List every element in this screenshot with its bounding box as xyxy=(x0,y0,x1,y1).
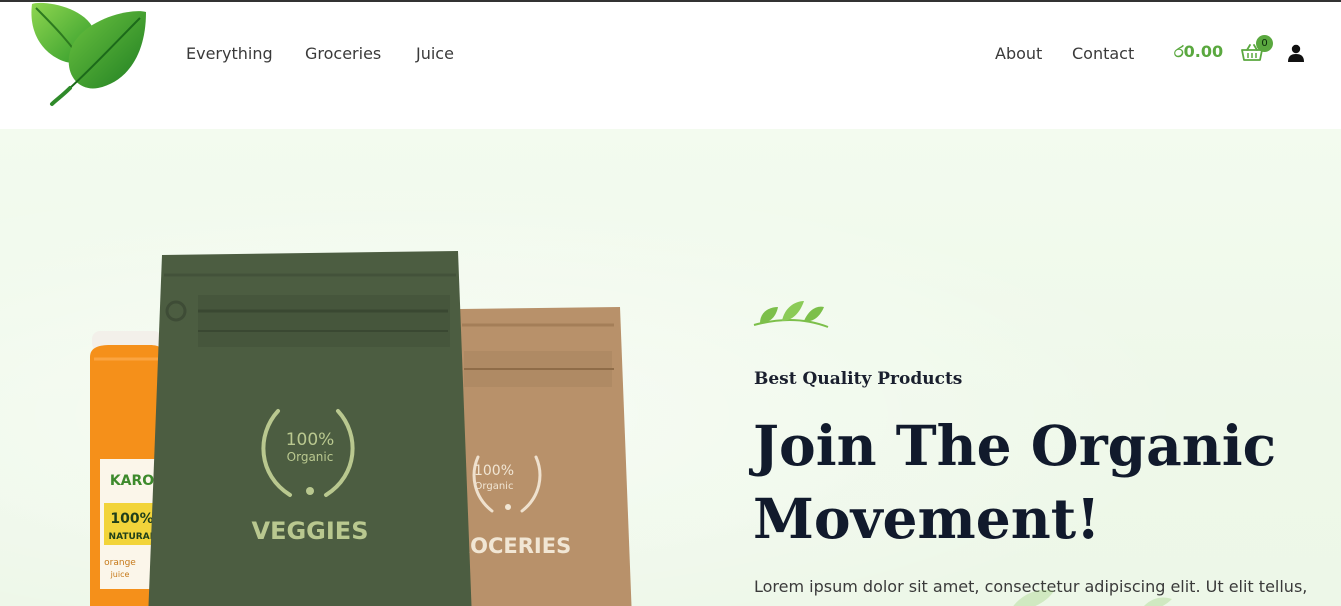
hero-headline: Join The Organic Movement! xyxy=(753,409,1313,555)
leaf-logo-icon xyxy=(31,2,146,106)
cart-total[interactable]: ර0.00 xyxy=(1174,42,1223,62)
nav-about[interactable]: About xyxy=(995,44,1042,63)
veggies-bag: 100% Organic VEGGIES xyxy=(148,251,472,606)
nav-contact[interactable]: Contact xyxy=(1072,44,1134,63)
jar-label-big: 100% xyxy=(110,511,153,527)
nav-juice[interactable]: Juice xyxy=(416,44,454,63)
cart-count-badge: 0 xyxy=(1256,35,1273,52)
nav-groceries[interactable]: Groceries xyxy=(305,44,381,63)
veggies-badge-word: Organic xyxy=(287,450,334,464)
hero-section: KARO 100% NATURAL orange juice 100% Orga… xyxy=(0,129,1341,606)
jar-type: juice xyxy=(110,570,130,579)
user-icon xyxy=(1288,44,1304,62)
groceries-badge-word: Organic xyxy=(475,481,514,492)
nav-everything[interactable]: Everything xyxy=(186,44,273,63)
decorative-leaves xyxy=(1013,589,1172,606)
veggies-badge-pct: 100% xyxy=(286,430,335,450)
leaf-sprig-icon xyxy=(753,301,829,328)
groceries-badge-pct: 100% xyxy=(474,463,514,479)
jar-brand: KARO xyxy=(110,473,154,489)
hero-eyebrow: Best Quality Products xyxy=(754,369,963,389)
hero-headline-line2: Movement! xyxy=(753,486,1101,551)
site-logo[interactable] xyxy=(22,0,152,108)
account-button[interactable] xyxy=(1287,44,1305,62)
hero-product-image: KARO 100% NATURAL orange juice 100% Orga… xyxy=(90,251,632,606)
veggies-bag-label: VEGGIES xyxy=(252,517,369,545)
jar-label-sub: NATURAL xyxy=(109,532,156,542)
site-header: Everything Groceries Juice About Contact… xyxy=(0,2,1341,129)
jar-flavor: orange xyxy=(104,558,136,568)
hero-headline-line1: Join The Organic xyxy=(753,413,1277,478)
